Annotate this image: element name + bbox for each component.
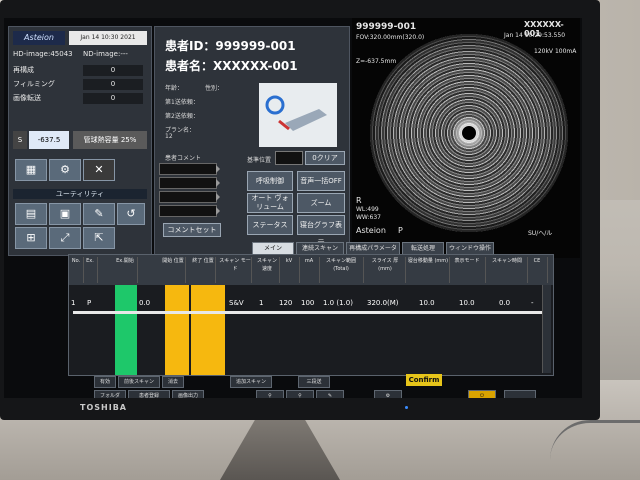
- comment-label: 患者コメント: [165, 155, 202, 162]
- ct-console-screen: Asteion Jan 14 10:30 2021 HD-image:45043…: [4, 18, 582, 398]
- folder-button[interactable]: フォルダ: [94, 390, 126, 398]
- viewer-footer-p: P: [398, 226, 403, 235]
- image-output-button[interactable]: 画像出力: [172, 390, 204, 398]
- patient-position-image: [259, 83, 337, 147]
- gear-icon[interactable]: ⚙: [374, 390, 402, 398]
- viewer-ww: WW:637: [356, 214, 381, 221]
- tools-icon[interactable]: ✎: [83, 203, 115, 225]
- zoom-button[interactable]: ズーム: [297, 193, 345, 213]
- dept1-label: 第1送依頼：: [165, 99, 199, 106]
- filming-icon[interactable]: ▦: [15, 159, 47, 181]
- ext-mode-icon[interactable]: ▣: [49, 203, 81, 225]
- reconstruct-row: 再構成 0: [13, 65, 147, 76]
- confirm-button[interactable]: Confirm: [406, 374, 442, 386]
- table-scrollbar[interactable]: [542, 285, 551, 373]
- viewer-id: 999999-001: [356, 22, 417, 32]
- dept2-label: 第2送依頼：: [165, 113, 199, 120]
- scan-tabs: メイン 連続スキャン 再構成パラメータ 転送処理 ウィンドウ操作: [252, 242, 572, 256]
- auto-volume-button[interactable]: オート ヴォリューム: [247, 193, 293, 213]
- viewer-r: R: [356, 196, 362, 205]
- add-scan-button[interactable]: 追加スキャン: [230, 376, 272, 388]
- tool-icon-3[interactable]: ✎: [316, 390, 344, 398]
- valid-button[interactable]: 有効: [94, 376, 116, 388]
- ct-scan-image: [370, 34, 568, 232]
- voice-off-button[interactable]: 音声一括OFF: [297, 171, 345, 191]
- zero-clear-button[interactable]: 0クリア: [305, 151, 345, 165]
- viewer-fov: FOV:320.00mm(320.0): [356, 34, 425, 41]
- patient-info-panel: 患者ID：999999-001 患者名：XXXXXX-001 年齢： 性別： 第…: [154, 26, 350, 256]
- plan-number: 12: [165, 133, 173, 140]
- power-led: [405, 406, 408, 409]
- viewer-date: Jan 14 10:29:53.550: [504, 32, 566, 39]
- brand-label: TOSHIBA: [80, 403, 127, 412]
- base-position-label: 基準位置: [247, 157, 272, 164]
- left-status-panel: Asteion Jan 14 10:30 2021 HD-image:45043…: [8, 26, 152, 256]
- reset-icon[interactable]: ↺: [117, 203, 145, 225]
- sex-label: 性別：: [205, 85, 224, 92]
- viewer-kv: 120kV 100mA: [534, 48, 577, 55]
- viewer-z: Z=-637.5mm: [356, 58, 397, 65]
- breath-control-button[interactable]: 呼吸制御: [247, 171, 293, 191]
- datetime: Jan 14 10:30 2021: [69, 31, 147, 45]
- viewer-footer-left: Asteion: [356, 226, 386, 235]
- status-button[interactable]: ステータス: [247, 215, 293, 235]
- table-header: No. Ex. Ex.開始 開始 位置 終了 位置 スキャン モード スキャン速…: [69, 255, 553, 285]
- comment-field-4[interactable]: [159, 205, 220, 217]
- viewer-footer-right: SU/ヘ/ル: [528, 230, 553, 237]
- monitor-bezel: TOSHIBA Asteion Jan 14 10:30 2021 HD-ima…: [0, 0, 600, 420]
- table-row[interactable]: 1 P 0.0 S&V 1 120 100 1.0 (1.0) 320.0(M)…: [69, 299, 553, 309]
- right-tool-button[interactable]: [504, 390, 536, 398]
- filming-row: フィルミング 0: [13, 79, 147, 90]
- base-position-field[interactable]: [275, 151, 303, 165]
- windows-icon[interactable]: ▤: [15, 203, 47, 225]
- cursor-icon[interactable]: ⇱: [83, 227, 115, 249]
- scan-center: [462, 126, 476, 140]
- hd-image-count: HD-image:45043 ND-image:---: [13, 50, 128, 58]
- comment-field-1[interactable]: [159, 163, 220, 175]
- pre-scan-button[interactable]: 前後スキャン: [118, 376, 160, 388]
- asteion-logo: Asteion: [13, 31, 65, 45]
- scan-plan-table: No. Ex. Ex.開始 開始 位置 終了 位置 スキャン モード スキャン速…: [68, 254, 554, 376]
- comment-set-button[interactable]: コメントセット: [163, 223, 221, 237]
- patient-register-button[interactable]: 患者登録: [128, 390, 170, 398]
- extend-icon[interactable]: ⤢: [49, 227, 81, 249]
- tool-icon-1[interactable]: ⚲: [256, 390, 284, 398]
- bottom-toolbar: 有効 前後スキャン 消去 追加スキャン 三段送 Confirm フォルダ 患者登…: [68, 374, 552, 398]
- ct-image-viewer[interactable]: 999999-001 XXXXXX-001 Jan 14 10:29:53.55…: [352, 18, 580, 258]
- age-label: 年齢：: [165, 85, 184, 92]
- transfer-row: 画像転送 0: [13, 93, 147, 104]
- patient-id: 患者ID：999999-001: [165, 39, 296, 53]
- delete-button[interactable]: 消去: [162, 376, 184, 388]
- comment-field-2[interactable]: [159, 177, 220, 189]
- patient-name: 患者名：XXXXXX-001: [165, 59, 298, 73]
- viewer-wl: WL:499: [356, 206, 379, 213]
- disabled-icon: ✕: [83, 159, 115, 181]
- tube-status-bar: S -637.5 管球熱容量 25%: [13, 129, 147, 151]
- tool-icon-2[interactable]: ⚲: [286, 390, 314, 398]
- grid-icon[interactable]: ⊞: [15, 227, 47, 249]
- row-selection-line: [73, 311, 543, 314]
- utility-label: ユーティリティ: [13, 189, 147, 199]
- couch-graph-button[interactable]: 寝台グラフ表示: [297, 215, 345, 247]
- ganatee-icon[interactable]: ⚙: [49, 159, 81, 181]
- comment-field-3[interactable]: [159, 191, 220, 203]
- three-step-button[interactable]: 三段送: [298, 376, 330, 388]
- power-icon[interactable]: ⏻: [468, 390, 496, 398]
